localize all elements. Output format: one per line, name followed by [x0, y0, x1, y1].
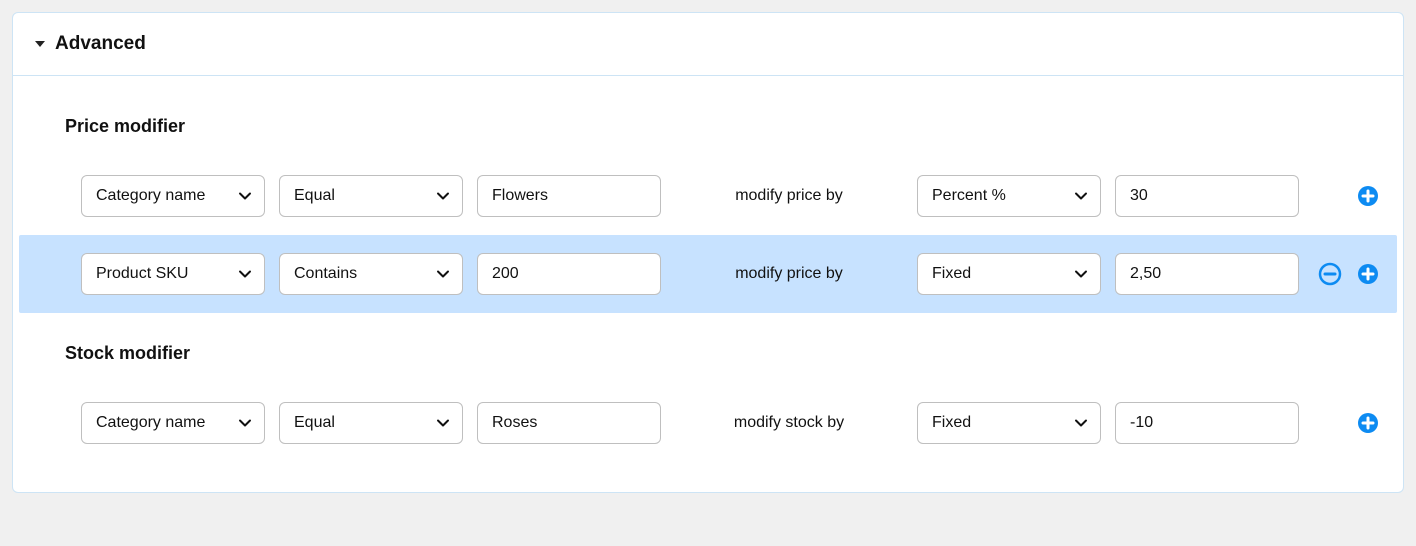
panel-header[interactable]: Advanced — [13, 13, 1403, 76]
field-select[interactable] — [81, 175, 265, 217]
amount-input[interactable] — [1115, 253, 1299, 295]
modifier-type-select[interactable] — [917, 253, 1101, 295]
add-row-button[interactable] — [1355, 183, 1381, 209]
price-modifier-label: Price modifier — [65, 116, 1397, 137]
modifier-type-select[interactable] — [917, 175, 1101, 217]
panel-title: Advanced — [55, 33, 146, 55]
price-modifier-row: modify price by — [19, 157, 1397, 235]
amount-input[interactable] — [1115, 175, 1299, 217]
field-select[interactable] — [81, 253, 265, 295]
panel-body: Price modifier modify price by — [13, 76, 1403, 492]
operator-select[interactable] — [279, 175, 463, 217]
modify-by-label: modify price by — [675, 187, 903, 205]
caret-down-icon — [35, 41, 45, 47]
modify-by-label: modify stock by — [675, 414, 903, 432]
add-row-button[interactable] — [1355, 410, 1381, 436]
modify-by-label: modify price by — [675, 265, 903, 283]
amount-input[interactable] — [1115, 402, 1299, 444]
operator-select[interactable] — [279, 253, 463, 295]
field-select[interactable] — [81, 402, 265, 444]
add-row-button[interactable] — [1355, 261, 1381, 287]
match-value-input[interactable] — [477, 402, 661, 444]
operator-select[interactable] — [279, 402, 463, 444]
remove-row-button[interactable] — [1317, 261, 1343, 287]
price-modifier-row: modify price by — [19, 235, 1397, 313]
stock-modifier-label: Stock modifier — [65, 343, 1397, 364]
modifier-type-select[interactable] — [917, 402, 1101, 444]
match-value-input[interactable] — [477, 253, 661, 295]
match-value-input[interactable] — [477, 175, 661, 217]
advanced-panel: Advanced Price modifier modify price by — [12, 12, 1404, 493]
stock-modifier-row: modify stock by — [19, 384, 1397, 462]
